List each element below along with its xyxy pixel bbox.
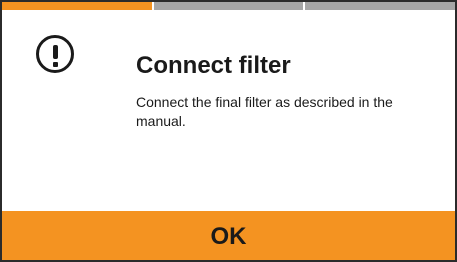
progress-step-3 xyxy=(305,2,455,10)
step-progress-bar xyxy=(2,2,455,10)
screen: Connect filter Connect the final filter … xyxy=(0,0,457,262)
dialog-title: Connect filter xyxy=(136,52,291,79)
progress-step-2 xyxy=(153,2,304,10)
alert-circle-icon xyxy=(36,35,74,73)
alert-icon-bar xyxy=(52,45,58,59)
alert-icon-dot xyxy=(52,62,58,67)
progress-step-1 xyxy=(2,2,152,10)
ok-button[interactable]: OK xyxy=(2,211,455,260)
dialog-message: Connect the final filter as described in… xyxy=(136,94,393,129)
